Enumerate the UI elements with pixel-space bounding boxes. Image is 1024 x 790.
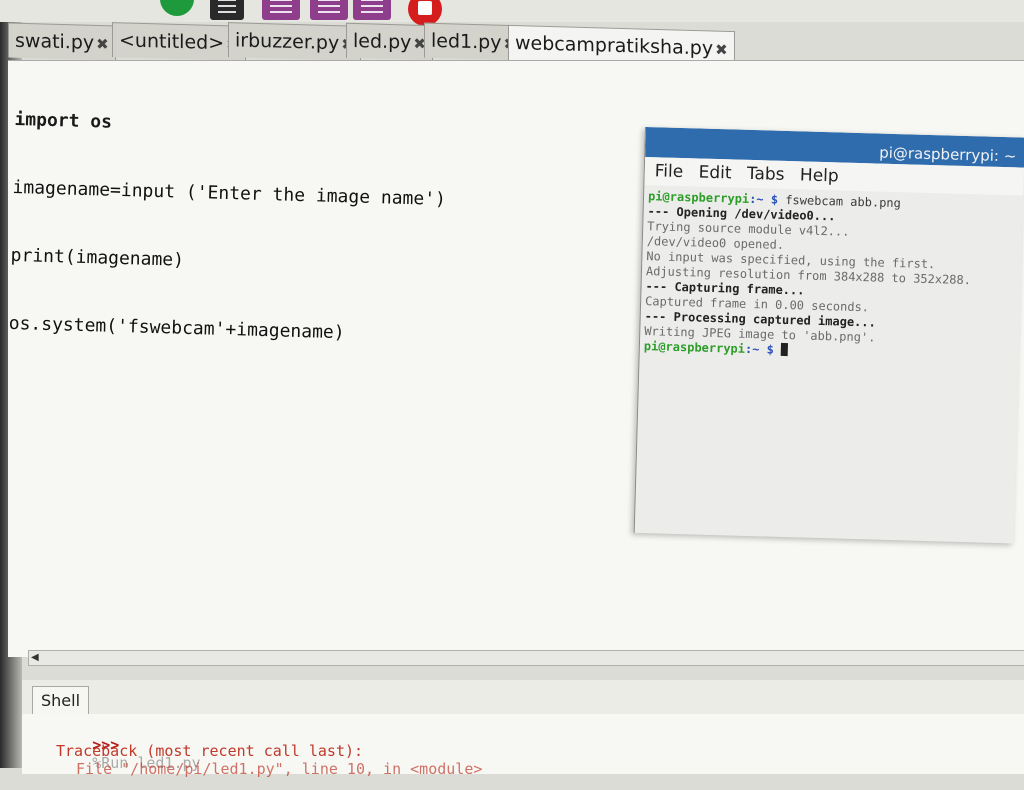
step-over-icon[interactable]	[262, 0, 300, 20]
traceback-line: Traceback (most recent call last):	[56, 742, 364, 760]
shell-pane: Shell >>> %Run led1.py Traceback (most r…	[22, 680, 1024, 778]
scroll-left-icon[interactable]: ◀	[31, 652, 39, 663]
tab-label: irbuzzer.py	[235, 29, 340, 55]
tab-label: swati.py	[15, 29, 95, 54]
step-into-icon[interactable]	[310, 0, 348, 20]
shell-console[interactable]: >>> %Run led1.py Traceback (most recent …	[22, 714, 1024, 778]
menu-file[interactable]: File	[654, 161, 683, 182]
tab-led[interactable]: led.py ✖	[346, 22, 433, 61]
tab-label: led1.py	[431, 29, 502, 54]
code-line: print(imagename)	[10, 244, 185, 271]
horizontal-scrollbar[interactable]: ◀	[28, 650, 1024, 666]
tab-label: led.py	[353, 29, 412, 54]
prompt-user: pi@raspberrypi	[647, 189, 750, 206]
editor-tabs: swati.py✖ <untitled>✖ irbuzzer.py✖ led.p…	[8, 22, 1008, 71]
prompt-path: :~ $	[744, 341, 782, 357]
debug-icon[interactable]	[210, 0, 244, 20]
code-text[interactable]: import os imagename=input ('Enter the im…	[7, 65, 449, 391]
tab-swati[interactable]: swati.py ✖	[8, 22, 116, 61]
tab-untitled[interactable]: <untitled>✖	[112, 22, 246, 61]
tab-irbuzzer[interactable]: irbuzzer.py✖	[228, 22, 361, 61]
menu-edit[interactable]: Edit	[698, 163, 731, 184]
code-line: os.system('fswebcam'+imagename)	[8, 312, 345, 344]
tab-label: <untitled>	[119, 29, 225, 55]
terminal-window[interactable]: pi@raspberrypi: ~ File Edit Tabs Help pi…	[633, 127, 1024, 544]
code-line: import os	[14, 108, 113, 133]
toolbar	[0, 0, 1024, 26]
menu-help[interactable]: Help	[800, 165, 839, 186]
traceback-file-line: File "/home/pi/led1.py", line 10, in <mo…	[76, 760, 483, 778]
close-icon[interactable]: ✖	[96, 35, 109, 53]
close-icon[interactable]: ✖	[715, 41, 728, 59]
step-out-icon[interactable]	[353, 0, 391, 20]
menu-tabs[interactable]: Tabs	[747, 164, 785, 185]
tab-label: webcampratiksha.py	[515, 32, 714, 60]
cursor-icon	[780, 342, 789, 357]
tab-shell[interactable]: Shell	[32, 686, 90, 715]
prompt-path: :~ $	[748, 191, 786, 207]
terminal-output[interactable]: pi@raspberrypi:~ $ fswebcam abb.png --- …	[639, 189, 1019, 543]
code-line: imagename=input ('Enter the image name')	[12, 176, 447, 211]
run-icon[interactable]	[160, 0, 194, 16]
prompt-user: pi@raspberrypi	[643, 339, 746, 356]
